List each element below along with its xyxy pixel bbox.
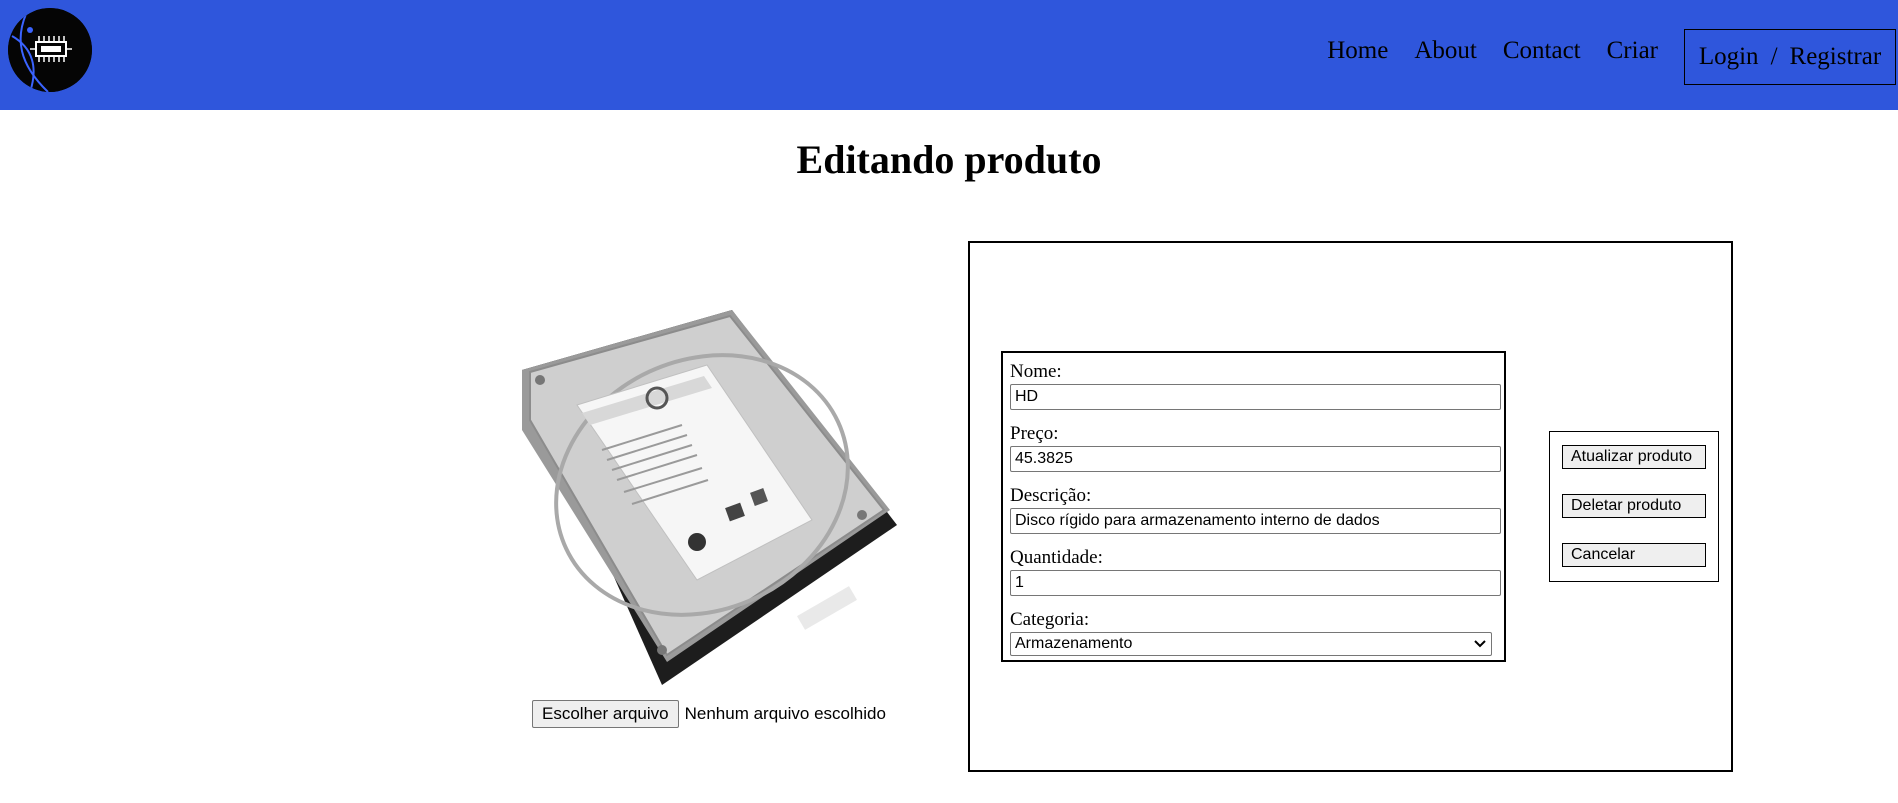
- chevron-down-icon: [1473, 639, 1487, 649]
- field-quantidade: Quantidade:: [1010, 547, 1501, 596]
- cancel-button[interactable]: Cancelar: [1562, 543, 1706, 567]
- field-preco: Preço:: [1010, 423, 1501, 472]
- choose-file-button[interactable]: Escolher arquivo: [532, 700, 679, 728]
- descricao-label: Descrição:: [1010, 485, 1092, 506]
- login-register-box: Login / Registrar: [1684, 29, 1896, 85]
- register-link[interactable]: Registrar: [1790, 43, 1882, 71]
- categoria-selected-value: Armazenamento: [1015, 635, 1133, 652]
- image-upload-row: Escolher arquivo Nenhum arquivo escolhid…: [532, 700, 886, 728]
- nav-link-criar[interactable]: Criar: [1607, 38, 1658, 63]
- nav-link-home[interactable]: Home: [1327, 38, 1388, 63]
- product-fields-box: Nome: Preço: Descrição: Quantidade: Cate…: [1001, 351, 1506, 662]
- login-separator: /: [1770, 43, 1778, 70]
- field-descricao: Descrição:: [1010, 485, 1501, 534]
- preco-input[interactable]: [1010, 446, 1501, 472]
- quantidade-input[interactable]: [1010, 570, 1501, 596]
- login-link[interactable]: Login: [1699, 43, 1759, 71]
- top-navbar: Home About Contact Criar Login / Registr…: [0, 0, 1898, 110]
- preco-label: Preço:: [1010, 423, 1059, 444]
- file-status-text: Nenhum arquivo escolhido: [684, 704, 886, 723]
- descricao-input[interactable]: [1010, 508, 1501, 534]
- delete-product-button[interactable]: Deletar produto: [1562, 494, 1706, 518]
- nav-link-contact[interactable]: Contact: [1503, 38, 1581, 63]
- product-image: [512, 310, 902, 685]
- main-nav: Home About Contact Criar Login / Registr…: [1327, 0, 1898, 100]
- categoria-label: Categoria:: [1010, 609, 1090, 630]
- field-categoria: Categoria: Armazenamento: [1010, 609, 1501, 656]
- field-nome: Nome:: [1010, 361, 1501, 410]
- nome-label: Nome:: [1010, 361, 1062, 382]
- nav-link-about[interactable]: About: [1414, 38, 1477, 63]
- quantidade-label: Quantidade:: [1010, 547, 1103, 568]
- circuit-chip-logo-icon[interactable]: [8, 8, 92, 92]
- update-product-button[interactable]: Atualizar produto: [1562, 445, 1706, 469]
- actions-box: Atualizar produto Deletar produto Cancel…: [1549, 431, 1719, 582]
- categoria-select[interactable]: Armazenamento: [1010, 632, 1492, 656]
- nome-input[interactable]: [1010, 384, 1501, 410]
- page-title: Editando produto: [796, 137, 1102, 182]
